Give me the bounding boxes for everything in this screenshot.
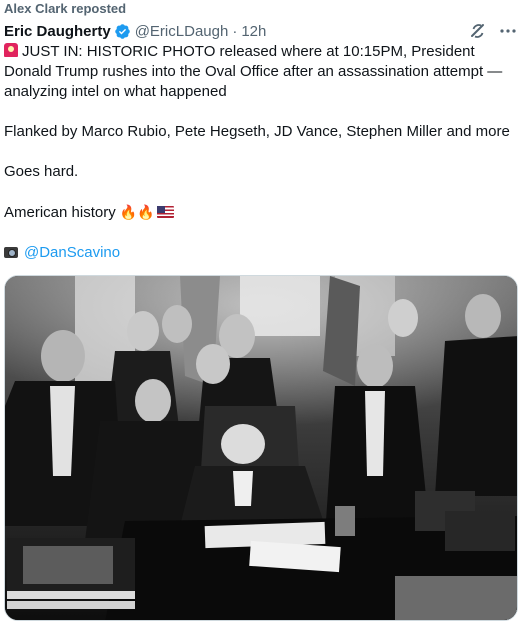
tweet-line-3: Goes hard. bbox=[4, 163, 79, 180]
tweet-line-1: JUST IN: HISTORIC PHOTO released where a… bbox=[4, 43, 503, 100]
us-flag-icon bbox=[156, 206, 174, 218]
camera-icon bbox=[4, 247, 18, 258]
repost-label[interactable]: Alex Clark reposted bbox=[4, 1, 126, 16]
author-name[interactable]: Eric Daugherty bbox=[4, 23, 111, 40]
siren-icon bbox=[4, 43, 18, 57]
fire-icon: 🔥 bbox=[137, 204, 155, 220]
header-actions bbox=[468, 21, 518, 41]
verified-badge-icon[interactable] bbox=[114, 23, 131, 40]
tweet-paragraph-4: American history 🔥🔥 bbox=[4, 202, 518, 223]
tweet-paragraph-1: JUST IN: HISTORIC PHOTO released where a… bbox=[4, 42, 518, 102]
tweet-paragraph-5: @DanScavino bbox=[4, 243, 518, 263]
tweet-photo[interactable] bbox=[4, 275, 518, 621]
tweet-timestamp[interactable]: 12h bbox=[241, 23, 266, 40]
fire-icon: 🔥 bbox=[119, 204, 138, 220]
tweet-header: Eric Daugherty @EricLDaugh · 12h bbox=[4, 20, 518, 42]
mention-link[interactable]: @DanScavino bbox=[24, 244, 120, 261]
more-icon[interactable] bbox=[498, 21, 518, 41]
tweet-paragraph-2: Flanked by Marco Rubio, Pete Hegseth, JD… bbox=[4, 122, 518, 142]
author-handle[interactable]: @EricLDaugh bbox=[135, 23, 229, 40]
tweet-line-4: American history bbox=[4, 204, 116, 221]
repost-indicator[interactable]: Alex Clark reposted bbox=[4, 0, 126, 16]
tweet-line-2: Flanked by Marco Rubio, Pete Hegseth, JD… bbox=[4, 123, 510, 140]
tweet-text: JUST IN: HISTORIC PHOTO released where a… bbox=[4, 42, 518, 283]
tweet-paragraph-3: Goes hard. bbox=[4, 162, 518, 182]
oval-office-photo bbox=[5, 276, 517, 620]
header-separator: · bbox=[232, 22, 238, 40]
grok-icon[interactable] bbox=[468, 21, 488, 41]
